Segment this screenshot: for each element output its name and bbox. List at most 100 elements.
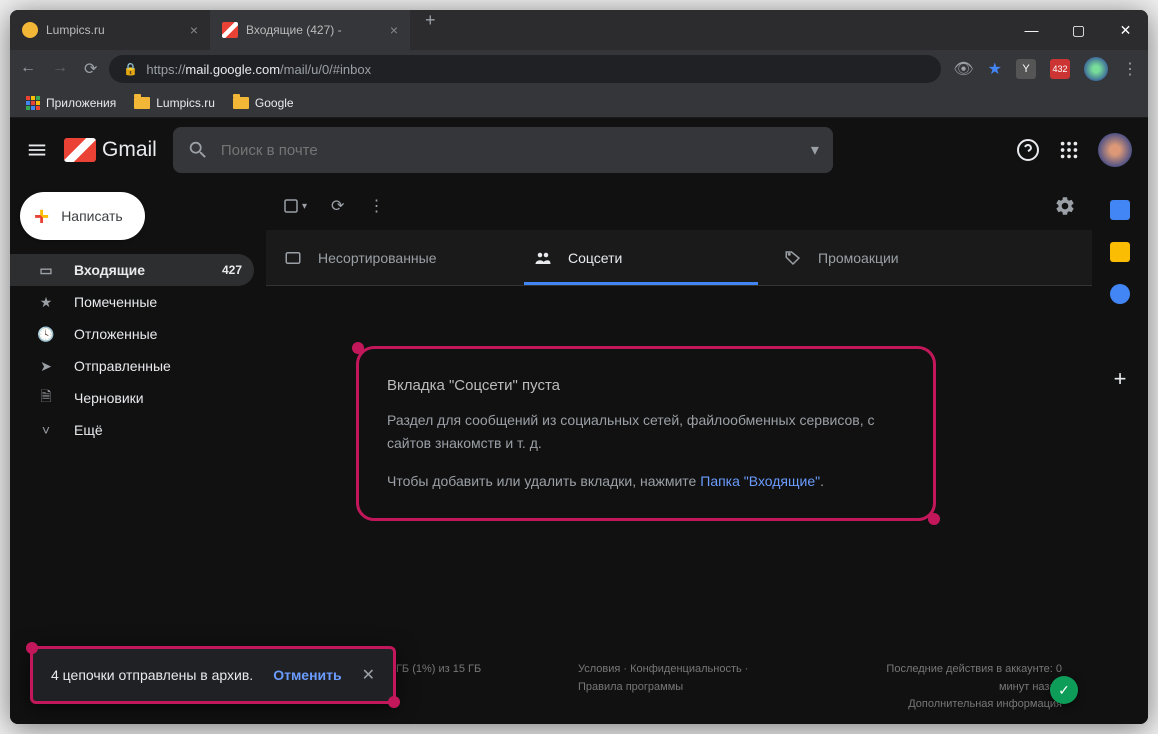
sidebar-item-more[interactable]: ˅ Ещё: [10, 414, 254, 446]
search-dropdown-icon[interactable]: ▾: [811, 140, 819, 160]
browser-tab[interactable]: Входящие (427) - ×: [210, 10, 410, 50]
search-box[interactable]: ▾: [173, 127, 833, 173]
star-icon: ★: [36, 294, 56, 311]
tab-social[interactable]: Соцсети: [516, 230, 766, 285]
bookmark-apps[interactable]: Приложения: [26, 96, 116, 110]
window-controls: — ▢ ✕: [1009, 15, 1148, 45]
back-button[interactable]: ←: [20, 59, 36, 79]
inbox-icon: ▭: [36, 262, 56, 279]
close-button[interactable]: ✕: [1103, 15, 1148, 45]
sidebar: + Написать ▭ Входящие 427 ★ Помеченные 🕓…: [10, 182, 266, 724]
details-link[interactable]: Дополнительная информация: [908, 698, 1062, 710]
tab-promotions[interactable]: Промоакции: [766, 230, 1016, 285]
sidebar-item-sent[interactable]: ➤ Отправленные: [10, 350, 254, 382]
footer-links: Условия · Конфиденциальность · Правила п…: [578, 661, 780, 714]
eye-icon[interactable]: 👁: [953, 59, 973, 79]
inbox-settings-link[interactable]: Папка "Входящие": [700, 473, 820, 489]
settings-gear-icon[interactable]: [1054, 195, 1076, 217]
apps-icon: [26, 96, 40, 110]
bookmark-star-icon[interactable]: ★: [988, 59, 1002, 79]
sidebar-item-starred[interactable]: ★ Помеченные: [10, 286, 254, 318]
profile-avatar-icon[interactable]: [1084, 57, 1108, 81]
toast-container: 4 цепочки отправлены в архив. Отменить ✕: [30, 646, 396, 704]
chevron-down-icon: ˅: [36, 422, 56, 438]
people-icon: [534, 249, 552, 267]
main-panel: ▾ ⟳ ⋮ Несортированные Соцсети: [266, 182, 1092, 724]
empty-state-box: Вкладка "Соцсети" пуста Раздел для сообщ…: [356, 346, 936, 521]
gmail-body: + Написать ▭ Входящие 427 ★ Помеченные 🕓…: [10, 182, 1148, 724]
gmail-logo[interactable]: Gmail: [64, 138, 157, 162]
url-input[interactable]: 🔒 https://mail.google.com/mail/u/0/#inbo…: [109, 55, 941, 83]
bookmark-folder-lumpics[interactable]: Lumpics.ru: [134, 96, 215, 110]
gmail-app: Gmail ▾ + Написать ▭ Входящ: [10, 118, 1148, 724]
account-avatar[interactable]: [1098, 133, 1132, 167]
footer-activity: Последние действия в аккаунте: 0 минут н…: [860, 661, 1062, 714]
tag-icon: [784, 249, 802, 267]
draft-icon: 🗎: [36, 386, 56, 410]
clock-icon: 🕓: [36, 326, 56, 343]
calendar-icon[interactable]: [1110, 200, 1130, 220]
toast-message: 4 цепочки отправлены в архив.: [51, 667, 253, 683]
add-addon-button[interactable]: +: [1114, 366, 1127, 392]
address-bar: ← → ⟳ 🔒 https://mail.google.com/mail/u/0…: [10, 50, 1148, 88]
empty-title: Вкладка "Соцсети" пуста: [387, 373, 905, 399]
sidebar-item-drafts[interactable]: 🗎 Черновики: [10, 382, 254, 414]
refresh-button[interactable]: ⟳: [331, 196, 344, 216]
menu-icon[interactable]: [26, 139, 48, 161]
chevron-down-icon[interactable]: ▾: [302, 201, 307, 212]
browser-menu-icon[interactable]: ⋮: [1122, 59, 1138, 79]
folder-icon: [233, 97, 249, 109]
bookmarks-bar: Приложения Lumpics.ru Google: [10, 88, 1148, 118]
extension-badge[interactable]: 432: [1050, 59, 1070, 79]
gmail-logo-text: Gmail: [102, 138, 157, 162]
browser-titlebar: Lumpics.ru × Входящие (427) - × + — ▢ ✕: [10, 10, 1148, 50]
sidebar-item-snoozed[interactable]: 🕓 Отложенные: [10, 318, 254, 350]
shield-badge-icon[interactable]: ✓: [1050, 676, 1078, 704]
send-icon: ➤: [36, 358, 56, 375]
extension-y-icon[interactable]: Y: [1016, 59, 1036, 79]
undo-toast: 4 цепочки отправлены в архив. Отменить ✕: [30, 646, 396, 704]
undo-button[interactable]: Отменить: [273, 667, 341, 683]
program-link[interactable]: Правила программы: [578, 681, 683, 693]
lock-icon: 🔒: [123, 62, 138, 76]
plus-icon: +: [34, 201, 49, 232]
tasks-icon[interactable]: [1110, 284, 1130, 304]
new-tab-button[interactable]: +: [410, 10, 451, 50]
close-icon[interactable]: ✕: [362, 665, 375, 685]
terms-link[interactable]: Условия: [578, 663, 620, 675]
gmail-header: Gmail ▾: [10, 118, 1148, 182]
close-icon[interactable]: ×: [390, 22, 398, 38]
gmail-logo-icon: [64, 138, 96, 162]
folder-icon: [134, 97, 150, 109]
empty-body: Раздел для сообщений из социальных сетей…: [387, 409, 905, 457]
privacy-link[interactable]: Конфиденциальность: [630, 663, 742, 675]
compose-button[interactable]: + Написать: [20, 192, 145, 240]
side-panel: +: [1092, 182, 1148, 724]
browser-tabs: Lumpics.ru × Входящие (427) - × +: [10, 10, 1009, 50]
maximize-button[interactable]: ▢: [1056, 15, 1101, 45]
more-actions-button[interactable]: ⋮: [368, 196, 384, 216]
browser-tab[interactable]: Lumpics.ru ×: [10, 10, 210, 50]
favicon-lumpics: [22, 22, 38, 38]
apps-grid-icon[interactable]: [1058, 139, 1080, 161]
mail-toolbar: ▾ ⟳ ⋮: [266, 182, 1092, 230]
forward-button[interactable]: →: [52, 59, 68, 79]
tab-primary[interactable]: Несортированные: [266, 230, 516, 285]
sidebar-item-inbox[interactable]: ▭ Входящие 427: [10, 254, 254, 286]
search-input[interactable]: [221, 142, 799, 159]
tab-title: Lumpics.ru: [46, 23, 105, 37]
favicon-gmail: [222, 22, 238, 38]
search-icon: [187, 139, 209, 161]
browser-window: Lumpics.ru × Входящие (427) - × + — ▢ ✕ …: [10, 10, 1148, 724]
tab-title: Входящие (427) -: [246, 23, 342, 37]
minimize-button[interactable]: —: [1009, 15, 1054, 45]
primary-icon: [284, 249, 302, 267]
bookmark-folder-google[interactable]: Google: [233, 96, 294, 110]
select-all-checkbox[interactable]: ▾: [282, 197, 307, 215]
keep-icon[interactable]: [1110, 242, 1130, 262]
category-tabs: Несортированные Соцсети Промоакции: [266, 230, 1092, 286]
close-icon[interactable]: ×: [190, 22, 198, 38]
reload-button[interactable]: ⟳: [84, 59, 97, 79]
help-icon[interactable]: [1016, 138, 1040, 162]
empty-cta: Чтобы добавить или удалить вкладки, нажм…: [387, 470, 905, 494]
